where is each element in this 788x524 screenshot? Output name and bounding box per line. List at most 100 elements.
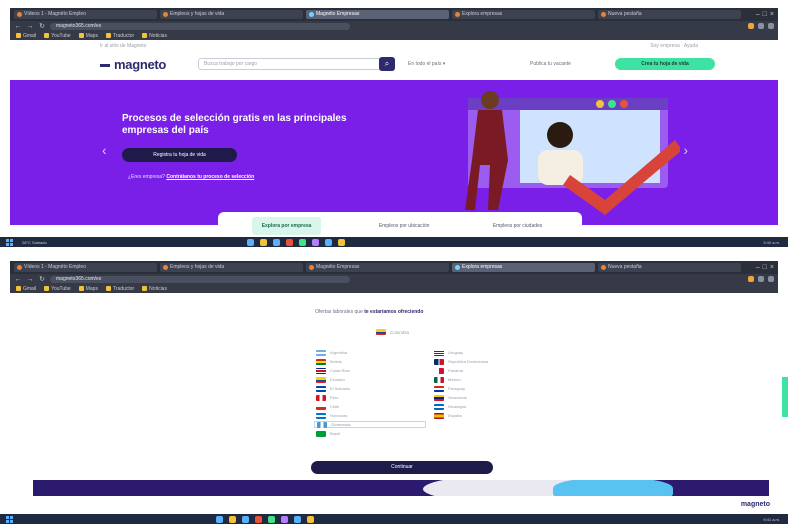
close-icon[interactable]: × <box>770 11 774 18</box>
forward-icon[interactable]: → <box>26 276 34 283</box>
country-option[interactable]: Chile <box>314 403 426 410</box>
browser-tab-active[interactable]: Magnéto Empresas <box>306 10 449 19</box>
bookmark[interactable]: YouTube <box>44 286 71 292</box>
maximize-icon[interactable]: □ <box>763 264 767 271</box>
bookmark[interactable]: Gmail <box>16 286 36 292</box>
bookmark[interactable]: YouTube <box>44 33 71 39</box>
country-option[interactable]: República Dominicana <box>432 358 544 365</box>
selected-country[interactable]: Colombia <box>376 329 409 335</box>
browser-tab[interactable]: Empleos y hojas de vida <box>160 10 303 19</box>
feedback-tab[interactable] <box>782 377 788 417</box>
search-icon[interactable] <box>246 238 254 246</box>
bookmark[interactable]: Noticias <box>142 33 167 39</box>
edge-icon[interactable] <box>242 515 249 523</box>
browser-tab[interactable]: Nueva pestaña <box>598 263 741 272</box>
profile-icon[interactable] <box>768 276 774 282</box>
close-icon[interactable]: × <box>770 264 774 271</box>
logo[interactable]: magneto <box>100 57 166 72</box>
top-right-links[interactable]: Soy empresa · Ayuda <box>650 43 698 49</box>
forward-icon[interactable]: → <box>26 23 34 30</box>
search-button[interactable]: ⌕ <box>379 57 395 71</box>
country-option[interactable]: El Salvador <box>314 385 426 392</box>
location-select[interactable]: En todo el país ▾ <box>408 61 445 67</box>
country-option[interactable]: Panamá <box>432 367 544 374</box>
file-explorer-icon[interactable] <box>229 515 236 523</box>
app-icon[interactable] <box>324 238 332 246</box>
edge-icon[interactable] <box>272 238 280 246</box>
country-option[interactable]: México <box>432 376 544 383</box>
extension-icon[interactable] <box>748 276 754 282</box>
country-option[interactable]: Perú <box>314 394 426 401</box>
create-cv-button[interactable]: Crea tu hoja de vida <box>615 58 715 70</box>
app-icon[interactable] <box>307 515 314 523</box>
app-icon[interactable] <box>298 238 306 246</box>
browser-tab[interactable]: Explora empresas <box>452 10 595 19</box>
windows-start-icon[interactable] <box>6 238 16 246</box>
tab-jobs-cities[interactable]: Empleos por ciudades <box>487 219 548 233</box>
bookmark[interactable]: Noticias <box>142 286 167 292</box>
chrome-icon[interactable] <box>255 515 262 523</box>
publish-link[interactable]: Publica tu vacante <box>530 61 571 67</box>
file-explorer-icon[interactable] <box>259 238 267 246</box>
bookmark[interactable]: Traductor <box>105 33 134 39</box>
bookmark[interactable]: Traductor <box>105 286 134 292</box>
maximize-icon[interactable]: □ <box>763 11 767 18</box>
top-link[interactable]: Ir al sitio de Magneto <box>100 43 146 49</box>
tab-jobs-location[interactable]: Empleos por ubicación <box>373 219 436 233</box>
window-controls[interactable]: – □ × <box>744 263 774 272</box>
browser-tab[interactable]: Vídeos 1 - Magnéto Empleo <box>14 263 157 272</box>
browser-tab[interactable]: Magnéto Empresas <box>306 263 449 272</box>
bookmark[interactable]: Gmail <box>16 33 36 39</box>
clock[interactable]: 9:40 a.m. <box>763 240 780 245</box>
browser-tab-active[interactable]: Explora empresas <box>452 263 595 272</box>
url-field[interactable]: magneto365.com/es <box>50 22 350 30</box>
carousel-prev-icon[interactable]: ‹ <box>102 142 107 158</box>
country-option[interactable]: Uruguay <box>432 349 544 356</box>
search-input[interactable]: Busca trabajo por cargo <box>198 58 388 70</box>
country-option[interactable]: Costa Rica <box>314 367 426 374</box>
extension-icon[interactable] <box>758 23 764 29</box>
bookmark[interactable]: Maps <box>78 33 98 39</box>
country-option[interactable]: España <box>432 412 544 419</box>
extension-icon[interactable] <box>758 276 764 282</box>
country-option[interactable]: Argentina <box>314 349 426 356</box>
country-option[interactable]: Venezuela <box>432 394 544 401</box>
country-option[interactable]: Honduras <box>314 412 426 419</box>
extension-icon[interactable] <box>748 23 754 29</box>
window-controls[interactable]: – □ × <box>744 10 774 19</box>
clock[interactable]: 9:41 a.m. <box>763 517 780 522</box>
register-cv-button[interactable]: Registra tu hoja de vida <box>122 148 237 162</box>
back-icon[interactable]: ← <box>14 23 22 30</box>
browser-tab[interactable]: Vídeos 1 - Magnéto Empleo <box>14 10 157 19</box>
country-option[interactable]: Bolivia <box>314 358 426 365</box>
app-icon[interactable] <box>268 515 275 523</box>
app-icon[interactable] <box>294 515 301 523</box>
windows-start-icon[interactable] <box>6 515 16 523</box>
minimize-icon[interactable]: – <box>756 264 760 271</box>
company-link[interactable]: Contrátanos tu proceso de selección <box>166 174 254 180</box>
reload-icon[interactable]: ↻ <box>38 22 46 30</box>
carousel-next-icon[interactable]: › <box>683 142 688 158</box>
browser-tab[interactable]: Empleos y hojas de vida <box>160 263 303 272</box>
reload-icon[interactable]: ↻ <box>38 275 46 283</box>
app-icon[interactable] <box>337 238 345 246</box>
url-field[interactable]: magneto365.com/es <box>50 275 350 283</box>
browser-tab[interactable]: Nueva pestaña <box>598 10 741 19</box>
back-icon[interactable]: ← <box>14 276 22 283</box>
continue-button[interactable]: Continuar <box>311 461 493 474</box>
chrome-icon[interactable] <box>285 238 293 246</box>
weather-widget[interactable]: 28°C Soleado <box>22 240 47 245</box>
app-icon[interactable] <box>311 238 319 246</box>
country-option[interactable]: Paraguay <box>432 385 544 392</box>
country-option[interactable]: Nicaragua <box>432 403 544 410</box>
bookmark[interactable]: Maps <box>78 286 98 292</box>
minimize-icon[interactable]: – <box>756 11 760 18</box>
profile-icon[interactable] <box>768 23 774 29</box>
country-option[interactable]: Brasil <box>314 430 426 437</box>
app-icon[interactable] <box>281 515 288 523</box>
menu-icon[interactable] <box>100 64 110 68</box>
country-option[interactable]: Ecuador <box>314 376 426 383</box>
search-icon[interactable] <box>216 515 223 523</box>
footer-logo[interactable]: magneto <box>741 501 770 508</box>
tab-explore-company[interactable]: Explora por empresa <box>251 217 322 235</box>
